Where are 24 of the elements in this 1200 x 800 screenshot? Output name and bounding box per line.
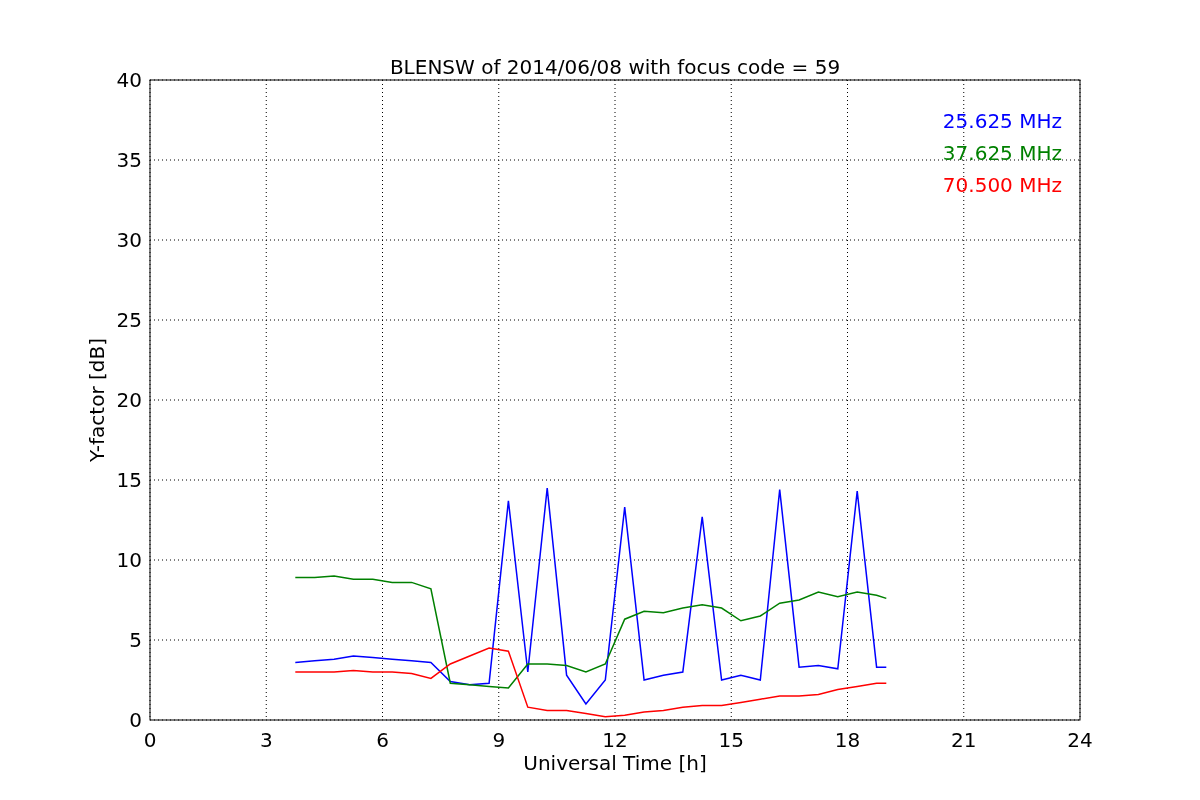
tick-label: 10: [116, 548, 142, 572]
tick-label: 30: [116, 228, 142, 252]
tick-label: 20: [116, 388, 142, 412]
chart-title: BLENSW of 2014/06/08 with focus code = 59: [389, 55, 841, 79]
tick-label: 25: [116, 308, 142, 332]
axis-label: Universal Time [h]: [523, 751, 707, 775]
tick-label: 18: [834, 728, 861, 752]
axis-label: Y-factor [dB]: [85, 338, 109, 462]
tick-label: 0: [143, 728, 157, 752]
tick-label: 15: [718, 728, 744, 752]
tick-label: 9: [492, 728, 506, 752]
tick-label: 15: [116, 468, 142, 492]
legend-label: 37.625 MHz: [942, 141, 1062, 165]
tick-label: 24: [1067, 728, 1093, 752]
legend-label: 25.625 MHz: [942, 109, 1062, 133]
tick-label: 21: [951, 728, 977, 752]
tick-label: 40: [116, 68, 142, 92]
tick-label: 12: [602, 728, 628, 752]
tick-label: 35: [116, 148, 142, 172]
tick-label: 5: [129, 628, 142, 652]
tick-label: 6: [376, 728, 389, 752]
tick-label: 0: [129, 708, 142, 732]
legend-label: 70.500 MHz: [942, 173, 1062, 197]
tick-label: 3: [259, 728, 273, 752]
